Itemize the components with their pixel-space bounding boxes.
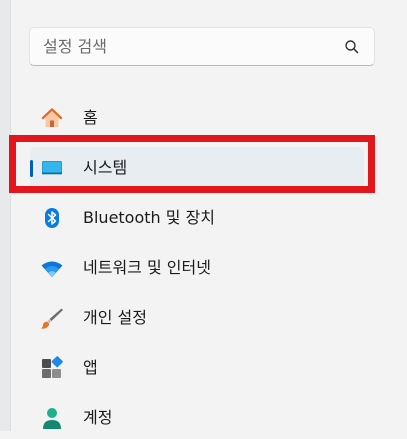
sidebar-item-apps[interactable]: 앱 [30, 347, 364, 389]
sidebar-item-label: 홈 [83, 108, 98, 127]
highlight-annotation [9, 135, 375, 193]
apps-icon [42, 356, 63, 378]
sidebar-item-label: Bluetooth 및 장치 [83, 208, 216, 227]
search-box[interactable] [29, 27, 375, 66]
search-icon[interactable] [344, 39, 360, 55]
sidebar-item-label: 네트워크 및 인터넷 [83, 258, 211, 277]
sidebar-item-accounts[interactable]: 계정 [30, 397, 364, 439]
sidebar-item-label: 앱 [83, 358, 98, 377]
sidebar-item-label: 계정 [83, 408, 113, 427]
sidebar-item-home[interactable]: 홈 [30, 97, 364, 139]
sidebar-item-personalization[interactable]: 개인 설정 [30, 297, 364, 339]
sidebar-item-label: 개인 설정 [83, 308, 147, 327]
sidebar-item-bluetooth[interactable]: Bluetooth 및 장치 [30, 197, 364, 239]
paintbrush-icon [41, 308, 63, 329]
search-input[interactable] [43, 34, 333, 58]
home-icon [41, 108, 63, 127]
wifi-icon [41, 261, 63, 277]
account-icon [43, 408, 61, 429]
bluetooth-icon [45, 208, 59, 228]
window-left-edge [0, 0, 11, 431]
sidebar-item-network[interactable]: 네트워크 및 인터넷 [30, 247, 364, 289]
